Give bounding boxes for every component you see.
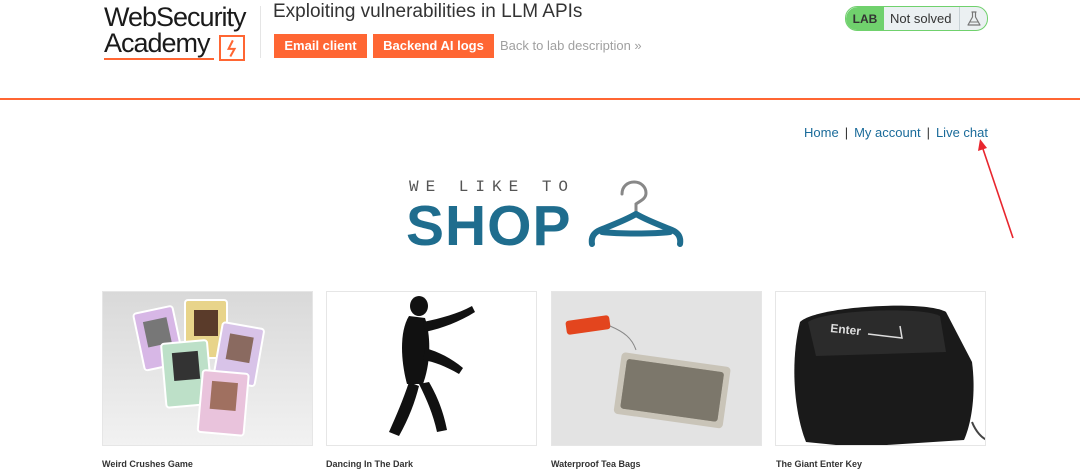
backend-ai-logs-button[interactable]: Backend AI logs — [373, 34, 494, 58]
lab-title: Exploiting vulnerabilities in LLM APIs — [273, 1, 583, 22]
annotation-arrow-icon — [978, 139, 1014, 239]
lightning-bolt-icon — [219, 35, 245, 61]
logo-line-1: WebSecurity — [104, 2, 247, 32]
nav-separator: | — [926, 125, 930, 140]
hanger-icon — [588, 180, 684, 247]
product-name: Weird Crushes Game — [102, 459, 193, 469]
banner-shop-word: SHOP — [406, 194, 572, 258]
product-name: The Giant Enter Key — [776, 459, 863, 469]
lab-status-widget: LAB Not solved — [845, 6, 988, 31]
product-image-dancing-in-the-dark[interactable] — [326, 291, 537, 446]
flask-icon — [967, 11, 981, 26]
email-client-button[interactable]: Email client — [274, 34, 367, 58]
lab-status-text: Not solved — [890, 11, 952, 26]
nav-separator: | — [844, 125, 849, 140]
product-image-the-giant-enter-key[interactable]: Enter — [775, 291, 986, 446]
web-security-academy-logo[interactable]: WebSecurity Academy — [104, 4, 262, 62]
nav-home-link[interactable]: Home — [804, 125, 839, 140]
product-name: Dancing In The Dark — [326, 459, 414, 469]
product-image-weird-crushes-game[interactable] — [102, 291, 313, 446]
header-divider — [260, 6, 261, 58]
logo-underline — [104, 58, 214, 60]
nav-my-account-link[interactable]: My account — [854, 125, 920, 140]
back-to-lab-description-link[interactable]: Back to lab description » — [500, 38, 642, 53]
top-nav: Home | My account | Live chat — [804, 125, 988, 140]
product-image-waterproof-tea-bags[interactable] — [551, 291, 762, 446]
product-name: Waterproof Tea Bags — [551, 459, 641, 469]
status-divider — [959, 7, 960, 30]
lab-header: WebSecurity Academy Exploiting vulnerabi… — [0, 0, 1080, 100]
lab-badge: LAB — [846, 7, 884, 30]
